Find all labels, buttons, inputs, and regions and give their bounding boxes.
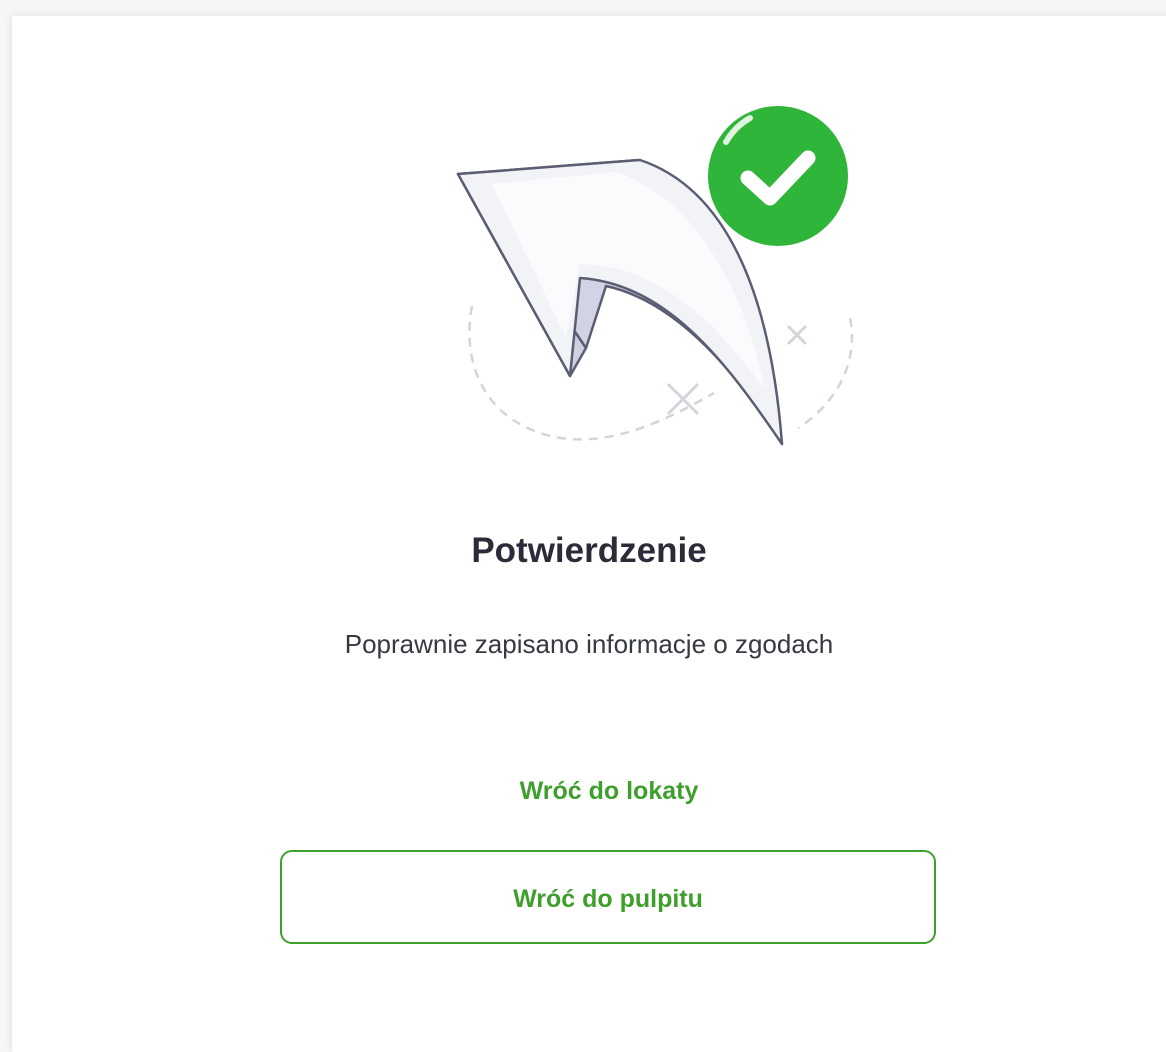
return-arrow-illustration	[430, 88, 870, 468]
confirmation-message: Poprawnie zapisano informacje o zgodach	[344, 629, 834, 659]
confirmation-card: Potwierdzenie Poprawnie zapisano informa…	[12, 16, 1166, 1052]
check-badge-icon	[708, 106, 848, 246]
dashed-path-decoration	[468, 305, 854, 441]
page-title: Potwierdzenie	[471, 531, 707, 570]
back-to-dashboard-button[interactable]: Wróć do pulpitu	[280, 850, 936, 944]
back-to-deposit-button[interactable]: Wróć do lokaty	[432, 764, 786, 818]
